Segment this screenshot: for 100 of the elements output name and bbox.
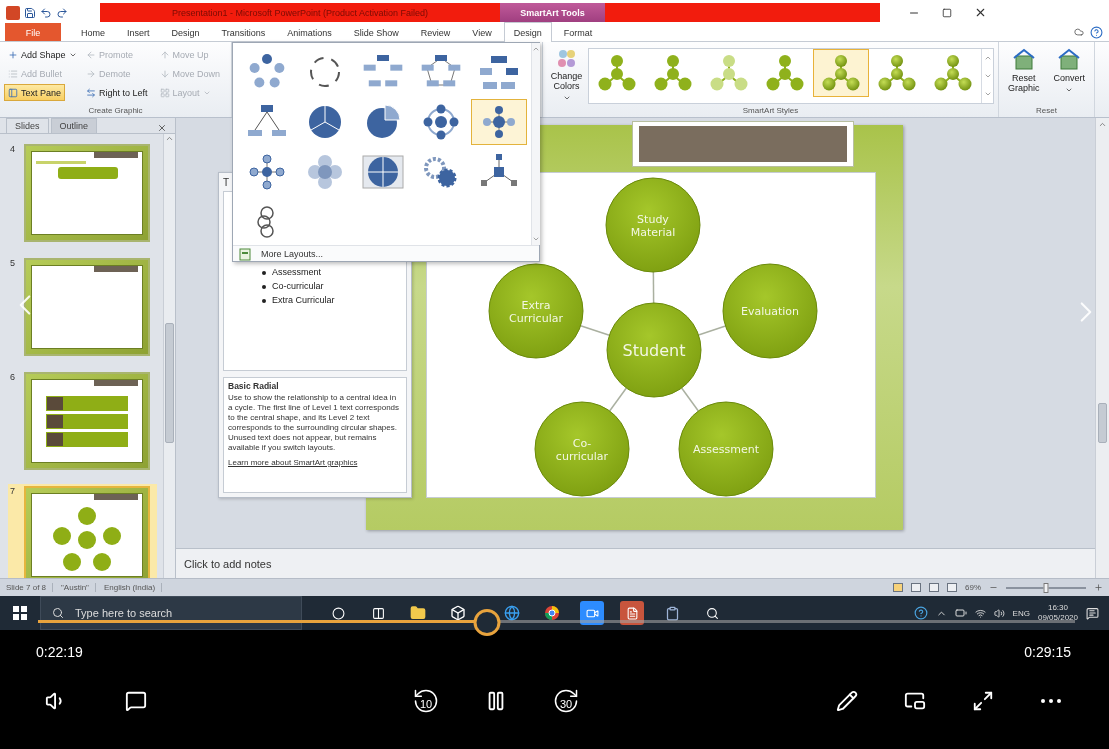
zoom-level[interactable]: 69% <box>965 583 981 592</box>
notes-field[interactable]: Click to add notes <box>176 549 1095 578</box>
app-logo-icon[interactable] <box>6 5 20 20</box>
plus-icon <box>8 49 18 60</box>
undo-button[interactable] <box>40 6 52 19</box>
circle-cluster-icon <box>933 53 973 93</box>
progress-track[interactable] <box>38 620 1075 623</box>
convert-shapes-icon <box>1057 48 1082 72</box>
cloud-icon[interactable] <box>1074 27 1084 37</box>
group-label: SmartArt Styles <box>742 106 799 115</box>
panel-tab[interactable]: Outline <box>50 118 98 133</box>
circle-cluster-icon <box>821 53 861 93</box>
scroll-thumb[interactable] <box>165 323 174 443</box>
speech-bubble-icon <box>125 689 147 712</box>
more-layouts-item[interactable]: More Layouts... <box>233 245 539 261</box>
notifications-icon[interactable] <box>1086 606 1099 620</box>
ribbon-tab[interactable]: Insert <box>117 23 160 41</box>
ribbon-button[interactable]: Reset Graphic <box>1003 46 1045 106</box>
bullet-item[interactable]: Extra Curricular <box>260 295 335 305</box>
color-dots-icon <box>555 48 578 70</box>
ribbon-tab[interactable]: Transitions <box>211 23 276 41</box>
layout-description: Use to show the relationship to a central idea in a cycle. The first line of Level 1 text corresponds to the central shape, and its Level 2 text corresponds to the surrounding circular shapes. Unused text does not appear, but remains available if you switch layouts. <box>228 393 401 453</box>
circle-node: Co-curricular <box>534 401 630 497</box>
redo-icon <box>56 6 68 19</box>
elapsed-time: 0:22:19 <box>36 644 83 660</box>
ribbon-button[interactable]: Convert <box>1048 46 1090 106</box>
ribbon-tab[interactable]: Format <box>553 23 603 41</box>
bullet-item[interactable]: Co-curricular <box>260 281 324 291</box>
circle-node: Study Material <box>605 177 701 273</box>
swap-arrows-icon <box>86 87 96 98</box>
restore-icon <box>942 7 952 18</box>
connector-line <box>608 387 628 412</box>
change-colors-button[interactable]: Change Colors <box>547 46 586 106</box>
connector-line <box>652 271 655 304</box>
ribbon-tab[interactable]: Slide Show <box>343 23 409 41</box>
tool-group-label: SmartArt Tools <box>500 3 605 22</box>
expand-icon <box>972 689 994 712</box>
layout-name: Basic Radial <box>228 381 279 391</box>
help-icon[interactable] <box>1090 25 1103 39</box>
search-icon <box>52 607 64 619</box>
ribbon-button[interactable]: Right to Left <box>82 84 152 101</box>
zoom-thumb[interactable] <box>1043 582 1049 593</box>
ribbon-tab[interactable]: Review <box>410 23 461 41</box>
skip-forward-button[interactable]: 30 <box>546 680 586 721</box>
reset-graphic-icon <box>1011 48 1036 72</box>
slide-number: 6 <box>10 372 16 382</box>
scroll-up-icon[interactable] <box>165 134 174 143</box>
close-icon <box>974 6 987 19</box>
connector-line <box>680 387 700 412</box>
ribbon-button[interactable]: Text Pane <box>4 84 66 101</box>
layout-sheet-icon <box>239 246 253 261</box>
circle-node: Assessment <box>678 401 774 497</box>
slide-thumbnail[interactable] <box>24 486 150 578</box>
status-text: "Austin" <box>61 583 96 592</box>
grid-icon <box>159 87 170 98</box>
status-text: Slide 7 of 8 <box>6 583 54 592</box>
language-indicator[interactable]: ENG <box>1012 608 1030 618</box>
layout-option[interactable] <box>471 99 527 145</box>
circle-cluster-icon <box>765 53 805 93</box>
ribbon-tab[interactable]: Design <box>161 23 210 41</box>
clock-date: 09/05/2020 <box>1037 613 1078 624</box>
scroll-up-icon[interactable] <box>1098 120 1107 129</box>
ribbon-tab[interactable]: Design <box>503 22 552 42</box>
help-link[interactable]: Learn more about SmartArt graphics <box>228 458 358 467</box>
ribbon-tab[interactable]: Home <box>71 23 115 41</box>
skip-back-button[interactable]: 10 <box>406 680 446 721</box>
bullet-item[interactable]: Assessment <box>260 267 322 277</box>
window-title: Presentation1 - Microsoft PowerPoint (Product Activation Failed) <box>100 3 500 22</box>
close-button[interactable] <box>974 6 987 19</box>
slide-thumbnail[interactable] <box>24 144 150 242</box>
wifi-icon[interactable] <box>974 607 986 619</box>
ribbon-tab[interactable]: File <box>5 23 61 41</box>
style-option[interactable] <box>813 49 869 97</box>
circle-cluster-icon <box>877 53 917 93</box>
restore-button[interactable] <box>942 7 952 18</box>
clock-time: 16:30 <box>1047 602 1068 613</box>
ribbon-button[interactable]: Add Shape <box>4 46 81 63</box>
document-icon[interactable] <box>620 601 644 625</box>
slide-thumbnail[interactable] <box>24 258 150 356</box>
list-icon <box>8 68 18 79</box>
undo-icon <box>40 6 52 19</box>
zoom-in-icon[interactable] <box>1094 583 1103 592</box>
ribbon-tab[interactable]: View <box>462 23 502 41</box>
windows-logo-icon <box>13 606 27 620</box>
speaker-icon[interactable] <box>993 607 1005 619</box>
circle-node: Student <box>606 302 702 398</box>
help-icon[interactable] <box>913 606 928 620</box>
ribbon-tab[interactable]: Animations <box>277 23 342 41</box>
redo-button[interactable] <box>56 6 68 19</box>
panel-tab[interactable]: Slides <box>6 118 49 133</box>
video-camera-icon[interactable] <box>580 601 604 625</box>
save-button[interactable] <box>24 6 36 19</box>
slide-thumbnail[interactable] <box>24 372 150 470</box>
group-label: Reset <box>1036 106 1057 115</box>
arrow-right-icon <box>86 68 96 79</box>
battery-icon[interactable] <box>954 607 967 619</box>
scroll-thumb[interactable] <box>1098 403 1107 443</box>
arrow-down-icon <box>159 68 170 79</box>
circle-node: Extra Curricular <box>488 263 584 359</box>
connector-line <box>579 325 611 336</box>
